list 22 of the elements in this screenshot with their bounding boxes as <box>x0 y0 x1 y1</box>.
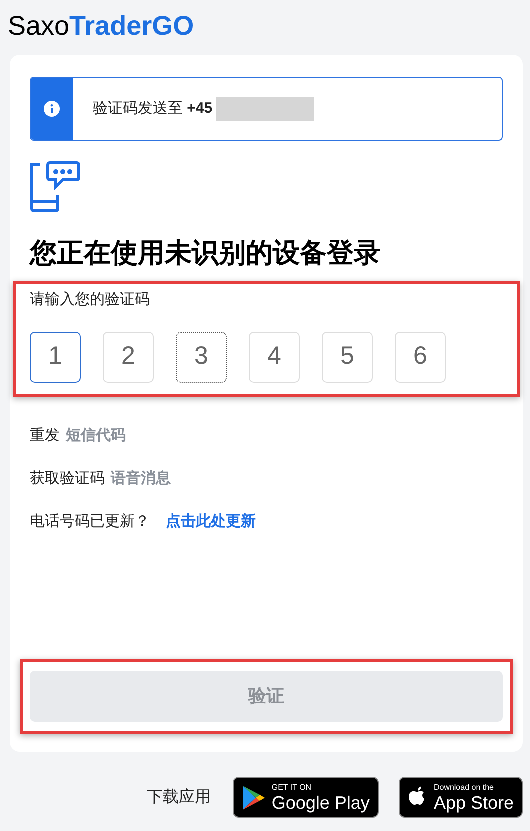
app-store-badge[interactable]: Download on the App Store <box>398 777 523 818</box>
link[interactable]: 语音消息 <box>111 468 171 488</box>
brand-logo: SaxoTraderGO <box>8 10 194 43</box>
prompt-text: 电话号码已更新？ <box>30 512 150 532</box>
prompt-text: 获取验证码 <box>30 468 105 488</box>
play-triangle-icon <box>242 784 266 810</box>
phone-chat-icon <box>30 161 82 213</box>
link[interactable]: 点击此处更新 <box>166 510 256 532</box>
code-digit-field[interactable]: 5 <box>322 332 373 382</box>
link[interactable]: 短信代码 <box>66 424 126 446</box>
prompt-text: 重发 <box>30 426 60 446</box>
code-digit-field[interactable]: 3 <box>176 332 227 382</box>
google-play-badge[interactable]: GET IT ON Google Play <box>232 777 379 818</box>
info-icon <box>44 101 60 117</box>
download-label: 下载应用 <box>146 788 211 808</box>
notice-text: 验证码发送至 +45 <box>93 98 213 119</box>
code-digit-field[interactable]: 4 <box>249 332 300 382</box>
code-digit-field[interactable]: 6 <box>395 332 446 382</box>
field-label: 请输入您的验证码 <box>30 290 151 310</box>
code-digit-field[interactable]: 2 <box>103 332 154 382</box>
page-title: 您正在使用未识别的设备登录 <box>30 237 382 270</box>
code-digit-field[interactable]: 1 <box>30 332 81 382</box>
